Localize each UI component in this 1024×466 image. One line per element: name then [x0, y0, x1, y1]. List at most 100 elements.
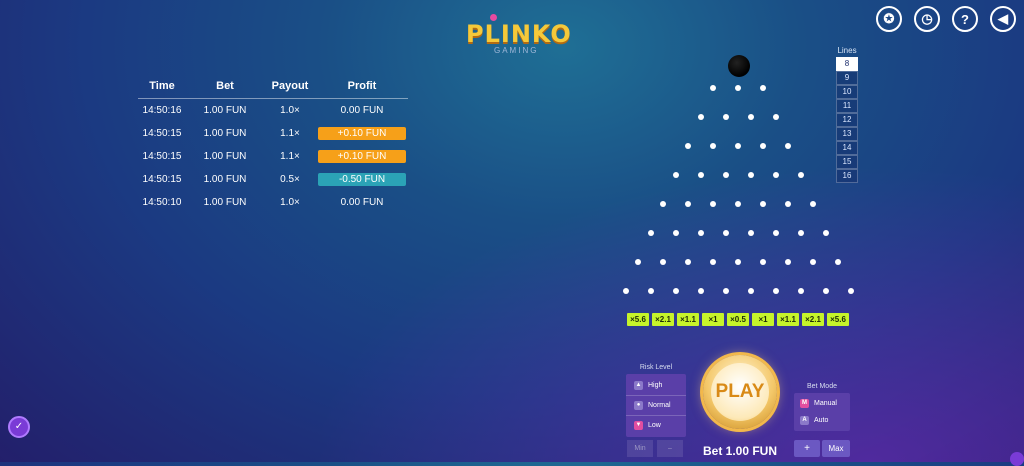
- peg: [672, 172, 679, 178]
- peg: [772, 288, 779, 294]
- history-clock-icon[interactable]: ◷: [914, 6, 940, 32]
- peg: [647, 288, 654, 294]
- decrease-bet-button[interactable]: –: [657, 440, 683, 457]
- risk-option-high[interactable]: ▲ High: [626, 376, 686, 396]
- peg: [810, 259, 816, 265]
- mode-option-manual[interactable]: M Manual: [794, 395, 850, 412]
- peg: [710, 143, 716, 149]
- bet-history-table: Time Bet Payout Profit 14:50:16 1.00 FUN…: [138, 80, 408, 214]
- header-bet: Bet: [216, 80, 234, 92]
- max-bet-button[interactable]: Max: [822, 440, 850, 457]
- peg: [835, 259, 841, 265]
- peg: [622, 288, 629, 294]
- peg: [672, 288, 679, 294]
- risk-option-normal[interactable]: ● Normal: [626, 396, 686, 416]
- help-icon[interactable]: ?: [952, 6, 978, 32]
- bet-mode-title: Bet Mode: [807, 383, 837, 390]
- peg: [760, 201, 766, 207]
- peg: [747, 172, 754, 178]
- row-time: 14:50:15: [142, 128, 182, 139]
- table-row: 14:50:10 1.00 FUN 1.0× 0.00 FUN: [138, 191, 408, 214]
- lines-option-9[interactable]: 9: [836, 71, 858, 85]
- logo-subtitle: GAMING: [494, 46, 539, 55]
- peg: [822, 288, 829, 294]
- peg: [672, 230, 679, 236]
- peg: [685, 143, 691, 149]
- mode-option-label: Auto: [814, 417, 829, 424]
- logo-title: PLINKO: [466, 20, 572, 48]
- table-row: 14:50:15 1.00 FUN 1.1× +0.10 FUN: [138, 145, 408, 168]
- lines-option-16[interactable]: 16: [836, 169, 858, 183]
- peg: [735, 143, 741, 149]
- peg: [697, 288, 704, 294]
- row-bet: 1.00 FUN: [203, 151, 247, 162]
- peg: [710, 259, 716, 265]
- multiplier-slot: ×5.6: [827, 313, 849, 326]
- history-header: Time Bet Payout Profit: [138, 80, 408, 99]
- background-glow: [0, 0, 1024, 462]
- play-button[interactable]: PLAY: [703, 355, 777, 429]
- peg: [660, 259, 666, 265]
- medal-icon[interactable]: ✪: [876, 6, 902, 32]
- min-bet-button[interactable]: Min: [627, 440, 653, 457]
- peg: [760, 85, 766, 91]
- header-time: Time: [149, 80, 175, 92]
- row-bet: 1.00 FUN: [203, 105, 247, 116]
- peg: [785, 143, 791, 149]
- increase-bet-button[interactable]: +: [794, 440, 820, 457]
- lines-option-13[interactable]: 13: [836, 127, 858, 141]
- peg: [735, 259, 741, 265]
- lines-option-15[interactable]: 15: [836, 155, 858, 169]
- peg: [722, 114, 729, 120]
- plinko-board: [0, 0, 1024, 462]
- menu-corner-button[interactable]: [1010, 452, 1024, 466]
- peg: [722, 288, 729, 294]
- lines-option-14[interactable]: 14: [836, 141, 858, 155]
- lines-option-12[interactable]: 12: [836, 113, 858, 127]
- mode-option-auto[interactable]: A Auto: [794, 412, 850, 429]
- play-label: PLAY: [711, 363, 769, 421]
- peg: [697, 172, 704, 178]
- peg: [747, 230, 754, 236]
- history-icon[interactable]: ✓: [8, 416, 30, 438]
- row-time: 14:50:10: [142, 197, 182, 208]
- row-time: 14:50:15: [142, 174, 182, 185]
- lines-option-11[interactable]: 11: [836, 99, 858, 113]
- risk-option-low[interactable]: ▼ Low: [626, 416, 686, 435]
- peg: [797, 230, 804, 236]
- peg: [785, 259, 791, 265]
- header-payout: Payout: [271, 80, 309, 92]
- lines-title: Lines: [837, 46, 857, 55]
- peg: [797, 172, 804, 178]
- lines-option-8[interactable]: 8: [836, 57, 858, 71]
- row-profit: -0.50 FUN: [318, 173, 406, 186]
- sound-icon[interactable]: ◀: [990, 6, 1016, 32]
- row-payout: 1.1×: [280, 128, 300, 139]
- manual-mode-icon: M: [800, 399, 809, 408]
- row-profit: +0.10 FUN: [318, 127, 406, 140]
- peg: [785, 201, 791, 207]
- peg: [647, 230, 654, 236]
- risk-level-title: Risk Level: [639, 364, 673, 371]
- row-bet: 1.00 FUN: [203, 174, 247, 185]
- peg: [697, 230, 704, 236]
- peg: [660, 201, 666, 207]
- row-payout: 1.0×: [280, 197, 300, 208]
- multiplier-slot: ×2.1: [652, 313, 674, 326]
- multiplier-slot: ×2.1: [802, 313, 824, 326]
- risk-option-label: High: [648, 382, 663, 389]
- row-profit: 0.00 FUN: [340, 105, 384, 116]
- peg: [747, 288, 754, 294]
- risk-high-icon: ▲: [634, 381, 643, 390]
- multiplier-slot: ×1.1: [677, 313, 699, 326]
- risk-low-icon: ▼: [634, 421, 643, 430]
- risk-level-panel: Risk Level ▲ High ● Normal ▼ Low: [626, 364, 686, 437]
- row-profit: +0.10 FUN: [318, 150, 406, 163]
- peg: [685, 201, 691, 207]
- peg: [772, 230, 779, 236]
- lines-option-10[interactable]: 10: [836, 85, 858, 99]
- peg: [735, 85, 741, 91]
- peg: [760, 259, 766, 265]
- peg: [722, 172, 729, 178]
- plinko-ball: [728, 55, 750, 77]
